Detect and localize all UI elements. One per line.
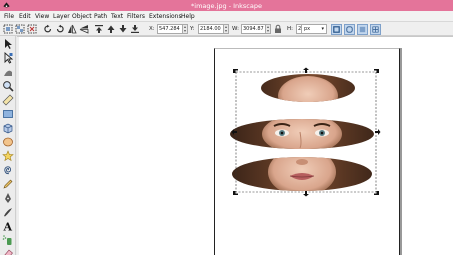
selector-tool-icon[interactable] xyxy=(2,38,14,50)
lower-icon[interactable] xyxy=(118,24,128,34)
selected-artwork[interactable] xyxy=(230,66,390,200)
unit-label: px xyxy=(304,26,311,32)
x-label: X: xyxy=(149,26,155,32)
calligraphy-tool-icon[interactable] xyxy=(2,206,14,218)
width-spinner[interactable]: ▴ ▾ xyxy=(266,24,271,34)
mouth-slice[interactable] xyxy=(230,148,380,196)
menu-path[interactable]: Path xyxy=(94,13,107,20)
raise-icon[interactable] xyxy=(106,24,116,34)
flip-vertical-icon[interactable] xyxy=(79,24,89,34)
svg-text:A: A xyxy=(3,221,13,233)
window-title: *image.jpg - Inkscape xyxy=(191,2,262,10)
spray-tool-icon[interactable] xyxy=(2,234,14,246)
3d-box-tool-icon[interactable] xyxy=(2,122,14,134)
forehead-slice[interactable] xyxy=(250,66,370,116)
pencil-tool-icon[interactable] xyxy=(2,178,14,190)
x-field[interactable] xyxy=(157,24,183,34)
menu-edit[interactable]: Edit xyxy=(19,13,31,20)
h-label: H: xyxy=(287,26,293,32)
eyes-slice[interactable] xyxy=(230,114,380,156)
rectangle-tool-icon[interactable] xyxy=(2,108,14,120)
flip-horizontal-icon[interactable] xyxy=(67,24,77,34)
vertical-ruler[interactable] xyxy=(17,37,19,255)
menu-layer[interactable]: Layer xyxy=(53,13,70,20)
star-tool-icon[interactable] xyxy=(2,150,14,162)
text-tool-icon[interactable]: A xyxy=(2,220,14,233)
scale-stroke-toggle[interactable] xyxy=(331,24,342,35)
move-patterns-toggle[interactable] xyxy=(370,24,381,35)
scale-corners-icon xyxy=(346,26,353,33)
deselect-icon[interactable] xyxy=(27,24,37,34)
node-tool-icon[interactable] xyxy=(2,52,14,64)
handle-bottom-left[interactable] xyxy=(233,191,238,195)
tweak-tool-icon[interactable] xyxy=(2,66,14,78)
handle-bottom-right[interactable] xyxy=(374,191,379,195)
rotate-cw-icon[interactable] xyxy=(55,24,65,34)
width-field[interactable] xyxy=(241,24,266,34)
handle-bottom[interactable] xyxy=(303,191,309,197)
y-label: Y: xyxy=(190,26,195,32)
lock-ratio-icon[interactable] xyxy=(273,24,283,34)
handle-top-left[interactable] xyxy=(233,69,238,73)
w-label: W: xyxy=(232,26,239,32)
menu-file[interactable]: File xyxy=(4,13,14,20)
tool-controls-bar: X: ▴▾ Y: ▴▾ W: ▴▾ H: ▴▾ xyxy=(0,22,453,36)
menu-extensions[interactable]: Extensions xyxy=(149,13,182,20)
menu-view[interactable]: View xyxy=(35,13,49,20)
x-spinner[interactable]: ▴ ▾ xyxy=(183,24,188,34)
move-patterns-icon xyxy=(372,26,379,33)
move-gradients-icon xyxy=(359,26,366,33)
rotate-ccw-icon[interactable] xyxy=(43,24,53,34)
menu-text[interactable]: Text xyxy=(111,13,123,20)
select-all-icon[interactable] xyxy=(3,24,13,34)
title-bar: *image.jpg - Inkscape xyxy=(0,0,453,11)
move-gradients-toggle[interactable] xyxy=(357,24,368,35)
unit-select-main[interactable]: px ▾ xyxy=(301,24,327,34)
menu-object[interactable]: Object xyxy=(72,13,92,20)
select-all-layers-icon[interactable] xyxy=(15,24,25,34)
spiral-tool-icon[interactable] xyxy=(2,164,14,176)
toolbox: A xyxy=(0,36,16,255)
measure-tool-icon[interactable] xyxy=(2,94,14,106)
y-field[interactable] xyxy=(198,24,224,34)
scale-corners-toggle[interactable] xyxy=(344,24,355,35)
scale-stroke-icon xyxy=(333,26,340,33)
pen-tool-icon[interactable] xyxy=(2,192,14,204)
chevron-down-icon: ▾ xyxy=(321,26,324,32)
menu-bar: File Edit View Layer Object Path Text Fi… xyxy=(0,11,453,22)
handle-top-right[interactable] xyxy=(374,69,379,73)
menu-help[interactable]: Help xyxy=(181,13,195,20)
y-spinner[interactable]: ▴ ▾ xyxy=(224,24,229,34)
raise-to-top-icon[interactable] xyxy=(94,24,104,34)
zoom-tool-icon[interactable] xyxy=(2,80,14,92)
eraser-tool-icon[interactable] xyxy=(2,248,14,255)
lower-to-bottom-icon[interactable] xyxy=(130,24,140,34)
menu-filters[interactable]: Filters xyxy=(127,13,145,20)
ellipse-tool-icon[interactable] xyxy=(2,136,14,148)
